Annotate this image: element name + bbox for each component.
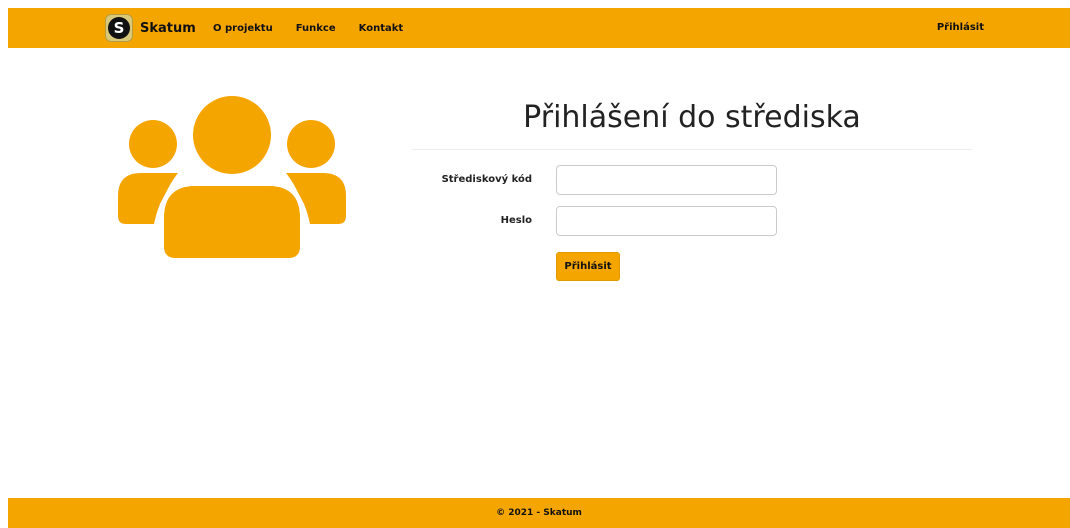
title-divider bbox=[412, 149, 972, 150]
footer-copyright: © 2021 - Skatum bbox=[496, 508, 582, 518]
top-navbar: S Skatum O projektu Funkce Kontakt Přihl… bbox=[8, 8, 1070, 48]
nav-link-o-projektu[interactable]: O projektu bbox=[213, 23, 273, 34]
nav-links: O projektu Funkce Kontakt bbox=[213, 8, 426, 48]
brand-link[interactable]: S Skatum bbox=[105, 13, 196, 43]
logo-letter: S bbox=[108, 17, 130, 39]
page: S Skatum O projektu Funkce Kontakt Přihl… bbox=[0, 0, 1070, 528]
brand-name: Skatum bbox=[140, 20, 196, 36]
skatum-logo-icon: S bbox=[105, 14, 133, 42]
nav-login-link[interactable]: Přihlásit bbox=[937, 8, 984, 48]
password-label: Heslo bbox=[500, 215, 532, 226]
footer: © 2021 - Skatum bbox=[8, 498, 1070, 528]
users-group-icon bbox=[116, 96, 348, 260]
page-title: Přihlášení do střediska bbox=[523, 100, 861, 135]
login-button[interactable]: Přihlásit bbox=[556, 252, 620, 281]
nav-link-kontakt[interactable]: Kontakt bbox=[359, 23, 404, 34]
password-input[interactable] bbox=[556, 206, 777, 236]
center-code-input[interactable] bbox=[556, 165, 777, 195]
nav-link-funkce[interactable]: Funkce bbox=[296, 23, 336, 34]
center-code-label: Střediskový kód bbox=[441, 174, 532, 185]
